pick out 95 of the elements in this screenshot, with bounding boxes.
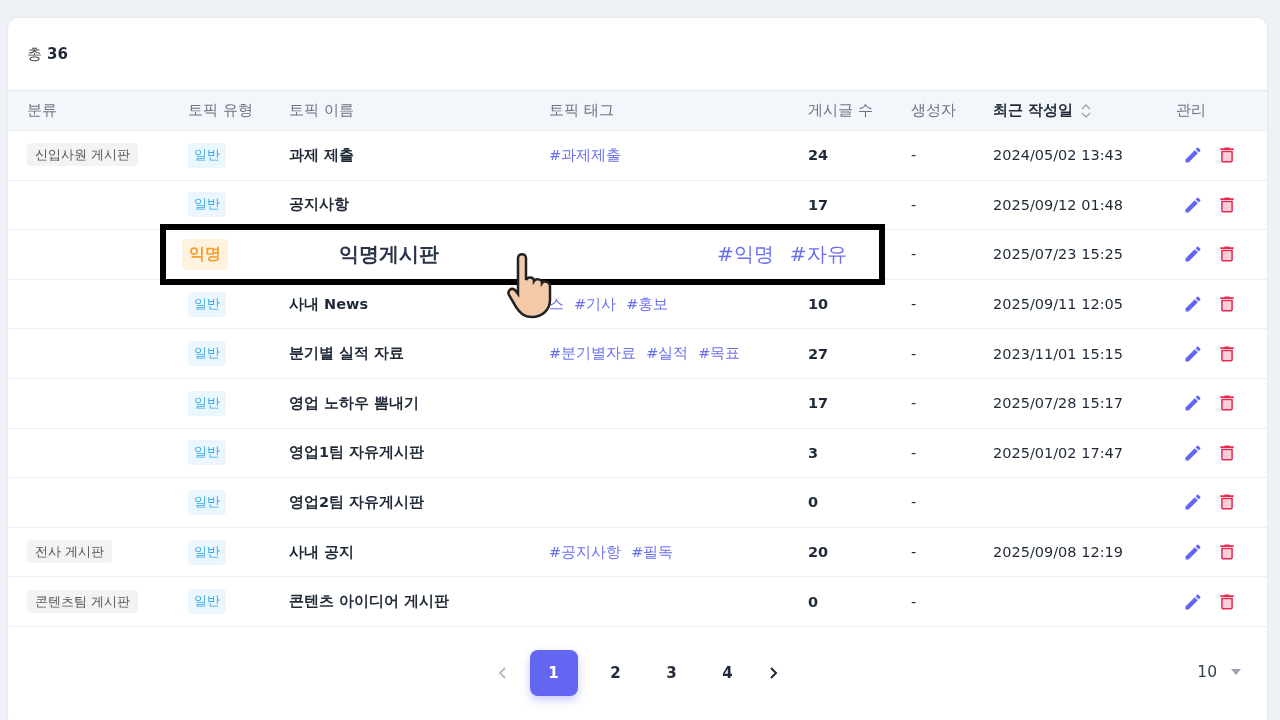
topic-tag[interactable]: #기사 xyxy=(574,294,617,314)
last-post-date: 2025/07/23 15:25 xyxy=(993,246,1124,263)
type-badge: 일반 xyxy=(188,192,226,218)
edit-icon[interactable] xyxy=(1183,393,1203,414)
last-post-date: 2025/09/12 01:48 xyxy=(993,196,1124,213)
post-count: 20 xyxy=(808,544,830,561)
page-button[interactable]: 3 xyxy=(653,649,690,696)
type-badge: 일반 xyxy=(188,390,226,416)
column-header: 게시글 수 xyxy=(808,101,874,120)
creator: - xyxy=(911,494,918,511)
type-badge: 일반 xyxy=(188,489,226,515)
topic-tag[interactable]: #과제제출 xyxy=(549,145,622,165)
topic-tag[interactable]: #목표 xyxy=(698,344,741,364)
page-button[interactable]: 1 xyxy=(529,649,578,696)
total-label: 총 xyxy=(27,44,42,64)
category-badge: 신입사원 게시판 xyxy=(27,143,138,167)
type-badge: 일반 xyxy=(188,539,226,565)
type-badge: 일반 xyxy=(188,440,226,466)
column-header: 분류 xyxy=(27,101,58,120)
total-count: 36 xyxy=(47,45,68,63)
delete-icon[interactable] xyxy=(1217,542,1237,563)
creator: - xyxy=(911,196,918,213)
type-badge: 일반 xyxy=(188,589,226,615)
topic-tag[interactable]: #익명 xyxy=(717,241,774,268)
creator: - xyxy=(911,544,918,561)
edit-icon[interactable] xyxy=(1183,244,1203,265)
topic-name: 영업1팀 자유게시판 xyxy=(289,443,426,463)
page-size-select[interactable]: 10 xyxy=(1197,662,1217,681)
topic-tag[interactable]: #실적 xyxy=(646,344,689,364)
post-count: 17 xyxy=(808,395,830,412)
creator: - xyxy=(911,246,918,263)
edit-icon[interactable] xyxy=(1183,343,1203,364)
type-badge: 일반 xyxy=(188,142,226,168)
last-post-date: 2023/11/01 15:15 xyxy=(993,345,1124,362)
sort-icon[interactable] xyxy=(1081,102,1092,119)
topic-name: 공지사항 xyxy=(289,195,350,215)
topic-name: 사내 News xyxy=(289,294,370,314)
column-header: 토픽 태그 xyxy=(549,101,615,120)
creator: - xyxy=(911,147,918,164)
category-badge: 전사 게시판 xyxy=(27,540,112,564)
post-count: 3 xyxy=(808,444,820,461)
edit-icon[interactable] xyxy=(1183,492,1203,513)
column-header: 생성자 xyxy=(911,101,957,120)
last-post-date: 2024/05/02 13:43 xyxy=(993,147,1124,164)
column-header: 토픽 이름 xyxy=(289,101,355,120)
column-header: 토픽 유형 xyxy=(188,101,254,120)
edit-icon[interactable] xyxy=(1183,591,1203,612)
delete-icon[interactable] xyxy=(1217,393,1237,414)
topic-name: 영업 노하우 뽐내기 xyxy=(289,393,421,413)
post-count: 17 xyxy=(808,196,830,213)
hand-cursor-icon xyxy=(506,250,552,321)
topic-name: 영업2팀 자유게시판 xyxy=(289,492,426,512)
category-badge: 콘텐츠팀 게시판 xyxy=(27,589,138,613)
last-post-date: 2025/07/28 15:17 xyxy=(993,395,1124,412)
topic-name: 콘텐츠 아이디어 게시판 xyxy=(289,592,451,612)
last-post-date: 2025/01/02 17:47 xyxy=(993,444,1124,461)
topic-tag[interactable]: #홍보 xyxy=(626,294,669,314)
type-badge: 익명 xyxy=(182,239,228,270)
caret-icon[interactable] xyxy=(1231,668,1241,675)
last-post-date: 2025/09/11 12:05 xyxy=(993,296,1124,313)
creator: - xyxy=(911,444,918,461)
creator: - xyxy=(911,296,918,313)
page-button[interactable]: 4 xyxy=(709,649,746,696)
creator: - xyxy=(911,345,918,362)
column-header: 관리 xyxy=(1176,101,1207,120)
post-count: 0 xyxy=(808,494,820,511)
post-count: 0 xyxy=(808,593,820,610)
type-badge: 일반 xyxy=(188,341,226,367)
post-count: 27 xyxy=(808,345,830,362)
edit-icon[interactable] xyxy=(1183,194,1203,215)
delete-icon[interactable] xyxy=(1217,492,1237,513)
column-header[interactable]: 최근 작성일 xyxy=(993,101,1074,120)
topic-tag[interactable]: 스 xyxy=(549,294,564,314)
creator: - xyxy=(911,593,918,610)
topic-name: 분기별 실적 자료 xyxy=(289,344,406,364)
edit-icon[interactable] xyxy=(1183,542,1203,563)
topic-tag[interactable]: #분기별자료 xyxy=(549,344,637,364)
edit-icon[interactable] xyxy=(1183,145,1203,166)
delete-icon[interactable] xyxy=(1217,294,1237,315)
post-count: 10 xyxy=(808,296,830,313)
edit-icon[interactable] xyxy=(1183,294,1203,315)
page-button[interactable]: 2 xyxy=(597,649,634,696)
topic-name: 과제 제출 xyxy=(289,145,356,165)
last-post-date: 2025/09/08 12:19 xyxy=(993,544,1124,561)
topic-name: 사내 공지 xyxy=(289,542,356,562)
delete-icon[interactable] xyxy=(1217,244,1237,265)
post-count: 24 xyxy=(808,147,830,164)
topic-tag[interactable]: #자유 xyxy=(789,241,847,268)
topic-name: 익명게시판 xyxy=(339,241,440,268)
delete-icon[interactable] xyxy=(1217,145,1237,166)
topic-tag[interactable]: #필독 xyxy=(631,542,674,562)
type-badge: 일반 xyxy=(188,291,226,317)
creator: - xyxy=(911,395,918,412)
topic-tag[interactable]: #공지사항 xyxy=(549,542,622,562)
edit-icon[interactable] xyxy=(1183,442,1203,463)
